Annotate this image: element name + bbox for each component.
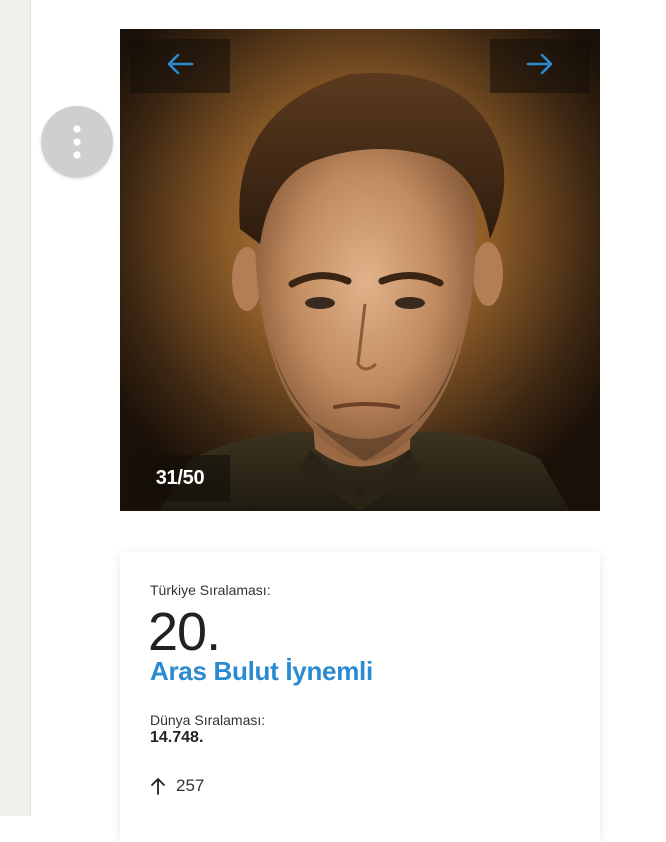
turkey-ranking-value: 20. <box>148 602 221 662</box>
photo-counter: 31/50 <box>130 455 230 501</box>
left-rail <box>0 0 31 816</box>
world-ranking-value: 14.748. <box>150 729 204 746</box>
photo-gallery: 31/50 <box>120 29 600 511</box>
turkey-ranking-label: Türkiye Sıralaması: <box>150 582 271 598</box>
more-vertical-icon <box>73 125 81 159</box>
previous-photo-button[interactable] <box>130 39 230 93</box>
rank-change-value: 257 <box>176 776 205 795</box>
world-ranking-label: Dünya Sıralaması: <box>150 712 266 728</box>
arrow-left-icon <box>166 52 194 81</box>
portrait-photo <box>120 29 600 511</box>
arrow-right-icon <box>526 52 554 81</box>
next-photo-button[interactable] <box>490 39 590 93</box>
arrow-up-icon <box>150 777 176 795</box>
rank-change: 257 <box>150 776 204 796</box>
more-options-button[interactable] <box>41 106 113 178</box>
person-name-link[interactable]: Aras Bulut İynemli <box>150 656 373 687</box>
ranking-card: Türkiye Sıralaması: 20. Aras Bulut İynem… <box>120 552 600 842</box>
